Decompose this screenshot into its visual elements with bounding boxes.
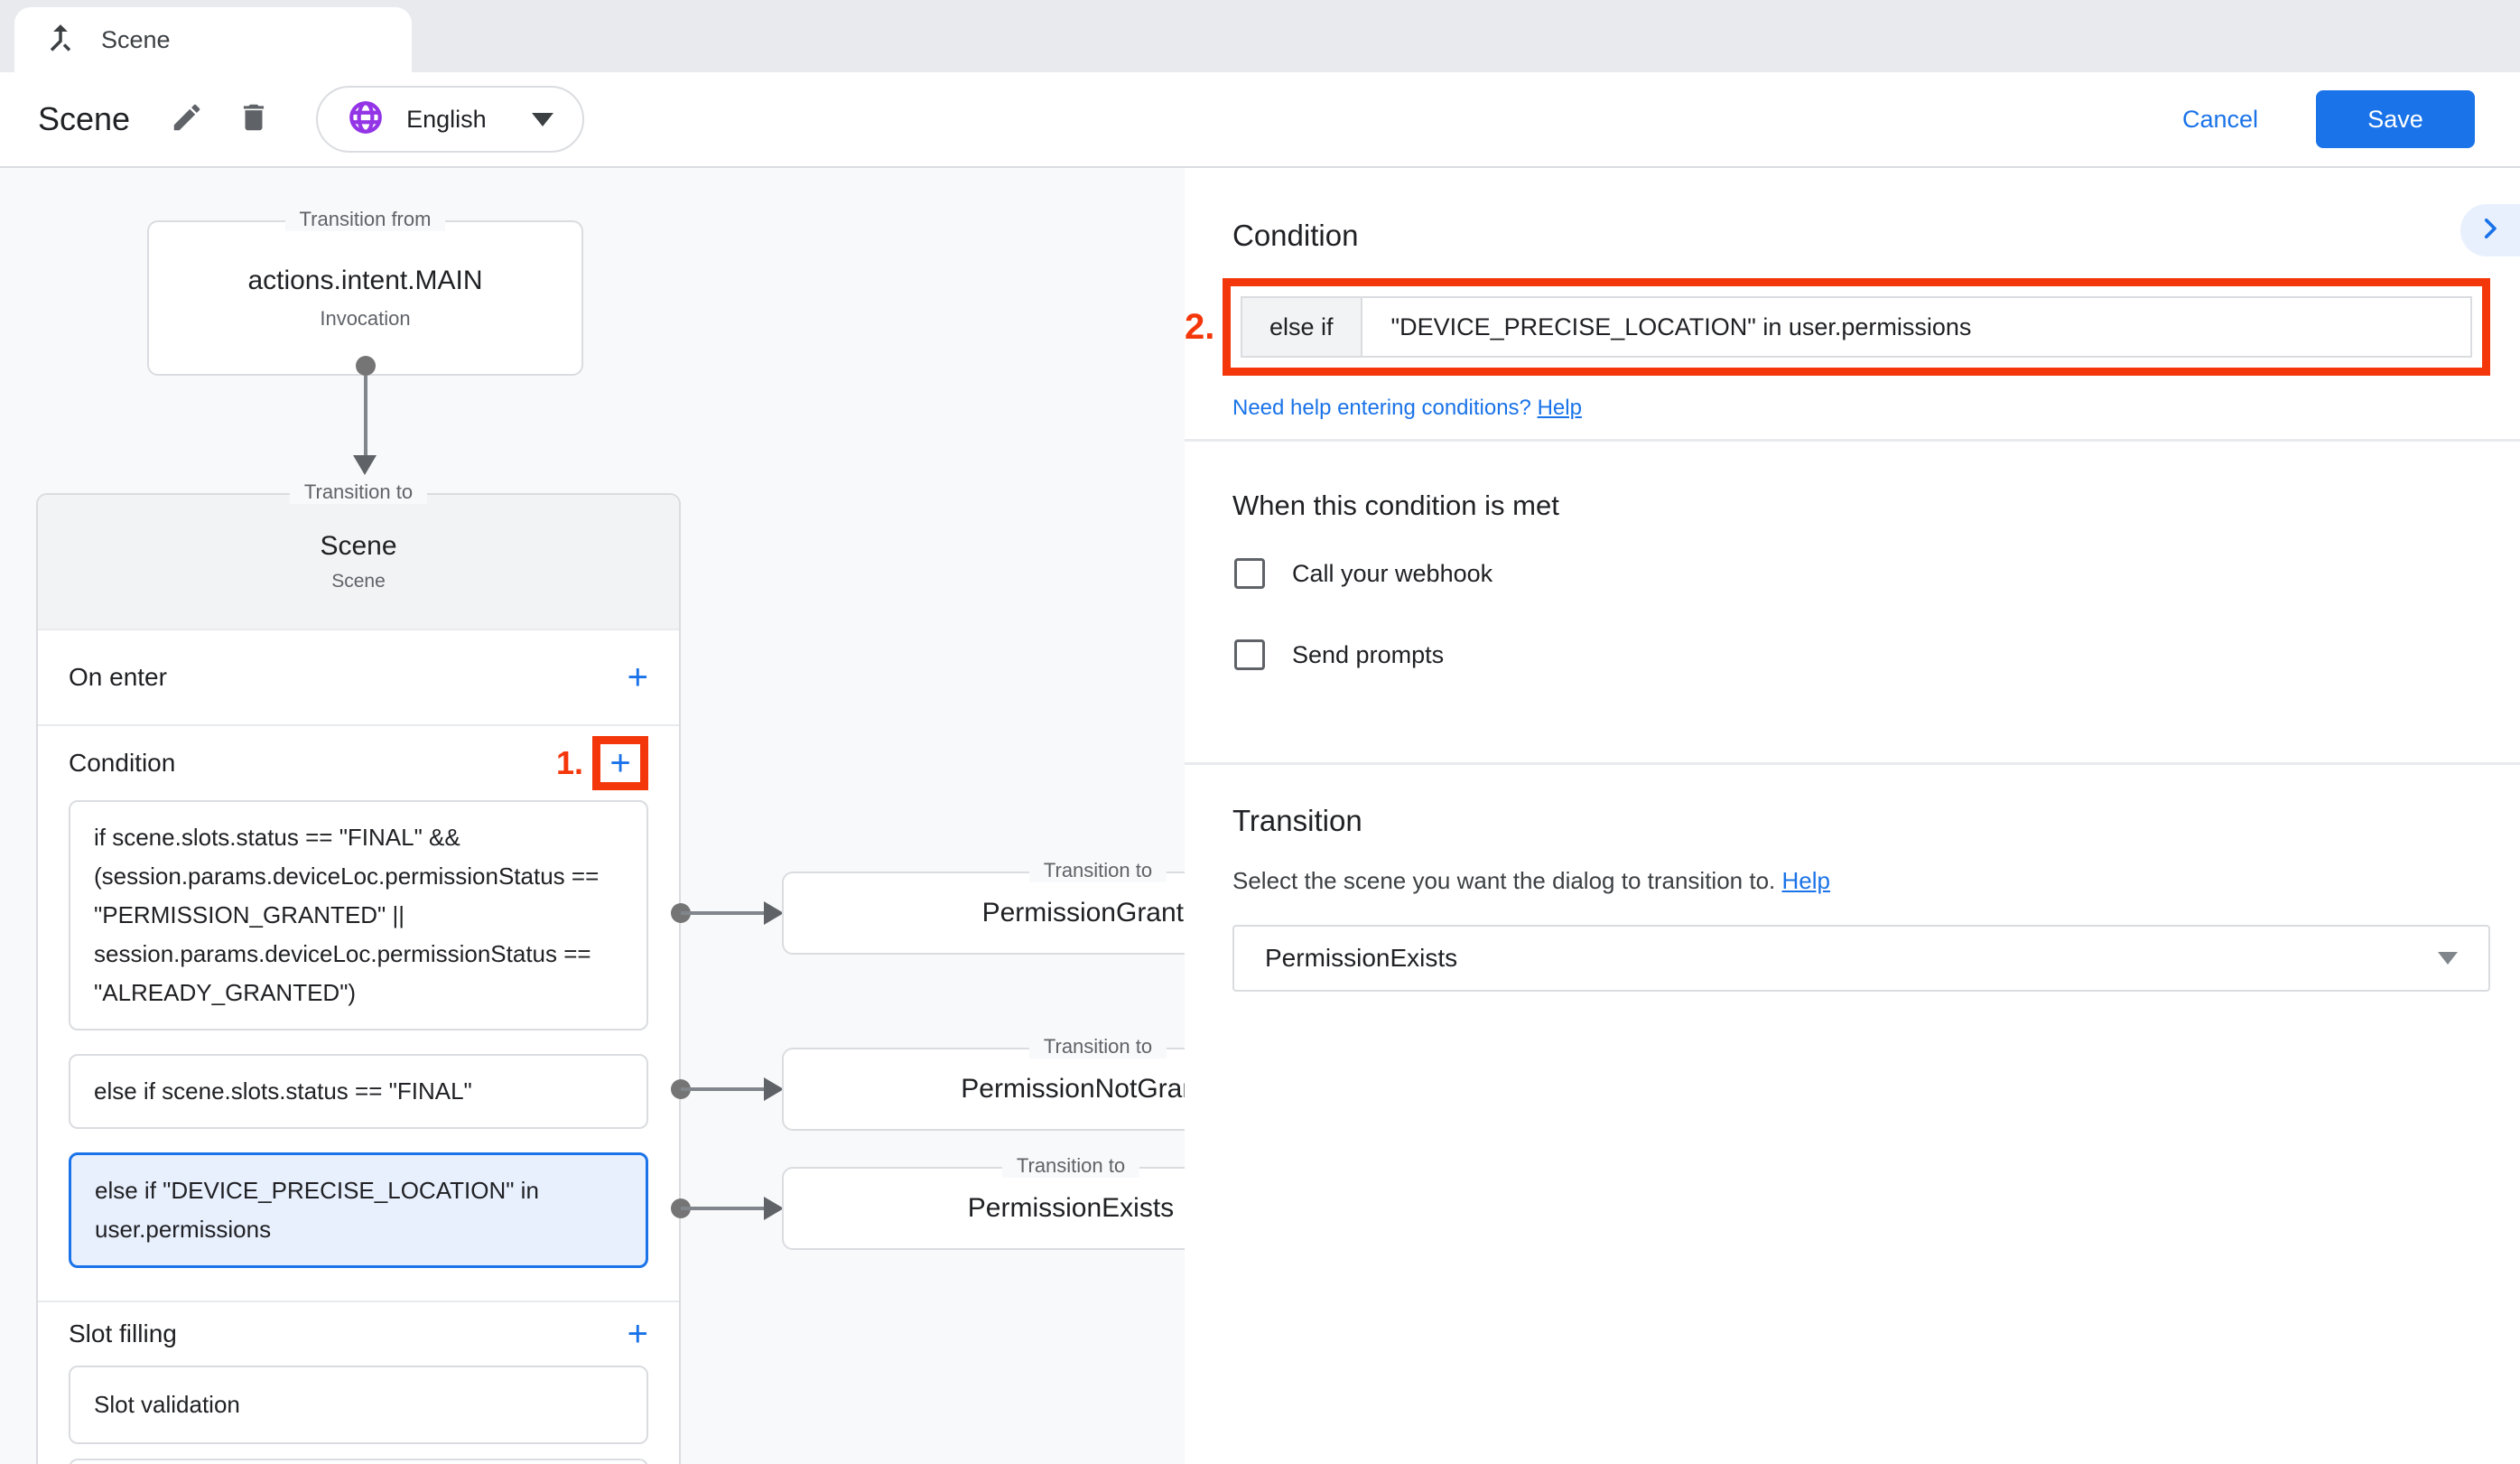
on-enter-label: On enter xyxy=(69,663,167,692)
collapse-panel-button[interactable] xyxy=(2460,204,2520,256)
annotation-step-1: 1. xyxy=(556,744,583,782)
target-node-permission-not-granted[interactable]: Transition to PermissionNotGranted xyxy=(782,1048,1185,1131)
divider xyxy=(1185,762,2520,765)
add-condition-button[interactable]: + xyxy=(609,745,630,781)
divider xyxy=(1185,439,2520,442)
connector-line xyxy=(681,911,764,915)
target-name: PermissionNotGranted xyxy=(961,1074,1185,1105)
transition-description: Select the scene you want the dialog to … xyxy=(1232,867,1830,895)
flow-canvas: Transition from actions.intent.MAIN Invo… xyxy=(0,168,1185,1464)
tab-bar: Scene xyxy=(0,0,2520,72)
condition-input-row: else if "DEVICE_PRECISE_LOCATION" in use… xyxy=(1241,296,2472,358)
help-text: Need help entering conditions? xyxy=(1232,396,1531,420)
transition-heading: Transition xyxy=(1232,804,1362,838)
scene-header: Scene English Cancel Save xyxy=(0,72,2520,168)
chevron-down-icon xyxy=(532,113,553,126)
scene-node-header[interactable]: Scene Scene xyxy=(38,495,679,630)
target-name: PermissionGranted xyxy=(982,898,1185,928)
else-if-chip: else if xyxy=(1242,298,1362,356)
save-button[interactable]: Save xyxy=(2316,90,2475,148)
cancel-button[interactable]: Cancel xyxy=(2182,106,2258,134)
call-webhook-label: Call your webhook xyxy=(1292,560,1492,588)
scene-node: Transition to Scene Scene On enter + Con… xyxy=(36,493,681,1464)
add-on-enter-button[interactable]: + xyxy=(628,659,648,695)
condition-expression-input[interactable]: "DEVICE_PRECISE_LOCATION" in user.permis… xyxy=(1362,298,2470,356)
on-enter-section: On enter + xyxy=(38,630,679,726)
slot-filling-label: Slot filling xyxy=(69,1319,177,1348)
transition-scene-select[interactable]: PermissionExists xyxy=(1232,925,2490,992)
chevron-right-icon xyxy=(2475,213,2506,248)
target-legend: Transition to xyxy=(1002,1154,1139,1178)
condition-item-3-selected[interactable]: else if "DEVICE_PRECISE_LOCATION" in use… xyxy=(69,1152,648,1268)
target-node-permission-exists[interactable]: Transition to PermissionExists xyxy=(782,1167,1185,1250)
scene-node-subtitle: Scene xyxy=(331,571,386,592)
condition-detail-panel: Condition 2. else if "DEVICE_PRECISE_LOC… xyxy=(1185,168,2520,1464)
arrow-right-head xyxy=(764,1197,784,1220)
language-label: English xyxy=(406,106,487,134)
connector-line xyxy=(364,376,367,455)
language-selector[interactable]: English xyxy=(316,86,584,153)
condition-label: Condition xyxy=(69,749,175,778)
panel-condition-heading: Condition xyxy=(1232,219,1358,253)
conditions-help-line: Need help entering conditions? Help xyxy=(1232,396,1582,421)
conditions-help-link[interactable]: Help xyxy=(1538,396,1582,420)
prompts-option-row: Send prompts xyxy=(1234,639,1444,670)
send-prompts-checkbox[interactable] xyxy=(1234,639,1265,670)
when-met-heading: When this condition is met xyxy=(1232,490,1559,522)
edit-scene-button[interactable] xyxy=(166,98,208,140)
add-slot-button[interactable]: + xyxy=(628,1316,648,1352)
delete-scene-button[interactable] xyxy=(233,98,274,140)
connector-line xyxy=(681,1087,764,1091)
annotation-highlight-box: + xyxy=(592,736,648,790)
webhook-option-row: Call your webhook xyxy=(1234,558,1492,589)
tab-label: Scene xyxy=(101,26,171,54)
transition-from-legend: Transition from xyxy=(285,208,446,231)
selected-scene-value: PermissionExists xyxy=(1265,944,1457,973)
transition-help-link[interactable]: Help xyxy=(1782,867,1830,894)
scene-legend: Transition to xyxy=(290,480,427,504)
call-webhook-checkbox[interactable] xyxy=(1234,558,1265,589)
trash-icon xyxy=(237,100,271,139)
slot-filling-section: Slot filling + xyxy=(38,1301,679,1366)
pencil-icon xyxy=(170,100,204,139)
condition-item-2[interactable]: else if scene.slots.status == "FINAL" xyxy=(69,1054,648,1129)
arrow-down-head xyxy=(353,455,377,475)
annotation-highlight-box: else if "DEVICE_PRECISE_LOCATION" in use… xyxy=(1223,278,2490,376)
intent-type: Invocation xyxy=(320,307,410,331)
dropdown-caret-icon xyxy=(2438,952,2458,965)
target-name: PermissionExists xyxy=(968,1193,1174,1224)
annotation-step-2: 2. xyxy=(1185,307,1223,348)
merge-type-icon xyxy=(42,19,79,61)
page-title: Scene xyxy=(38,100,130,138)
send-prompts-label: Send prompts xyxy=(1292,641,1444,669)
condition-editor-row: 2. else if "DEVICE_PRECISE_LOCATION" in … xyxy=(1185,278,2490,376)
intent-name: actions.intent.MAIN xyxy=(247,266,482,296)
tab-scene[interactable]: Scene xyxy=(14,7,412,72)
actions-console-scene-editor: Scene Scene English xyxy=(0,0,2520,1464)
condition-section: Condition 1. + xyxy=(38,726,679,800)
slot-validation-item[interactable]: Slot validation xyxy=(69,1366,648,1444)
transition-description-text: Select the scene you want the dialog to … xyxy=(1232,867,1775,894)
target-node-permission-granted[interactable]: Transition to PermissionGranted xyxy=(782,872,1185,955)
globe-icon xyxy=(347,98,385,141)
arrow-right-head xyxy=(764,901,784,925)
target-legend: Transition to xyxy=(1029,859,1167,882)
clipped-item xyxy=(69,1459,648,1464)
transition-from-node[interactable]: Transition from actions.intent.MAIN Invo… xyxy=(147,220,583,376)
scene-node-title: Scene xyxy=(320,531,396,562)
connector-line xyxy=(681,1207,764,1210)
arrow-right-head xyxy=(764,1077,784,1101)
connector-dot xyxy=(356,356,376,376)
target-legend: Transition to xyxy=(1029,1035,1167,1058)
condition-item-1[interactable]: if scene.slots.status == "FINAL" && (ses… xyxy=(69,800,648,1030)
